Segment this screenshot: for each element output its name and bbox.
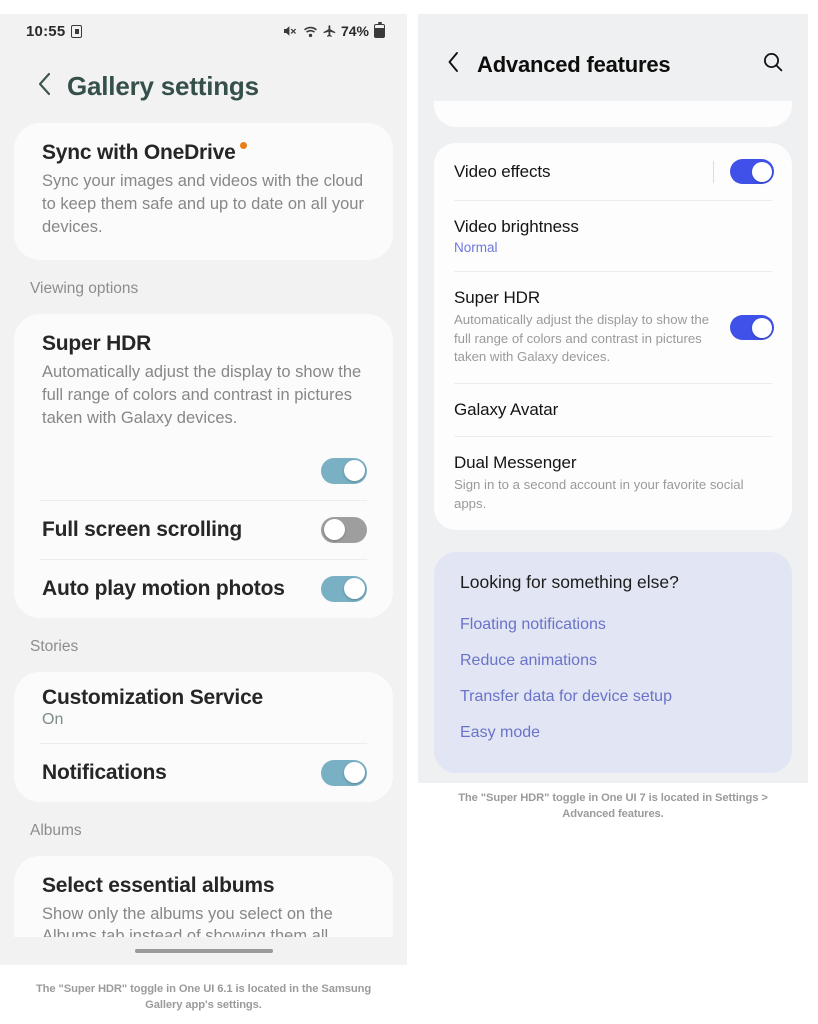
- video-effects-row[interactable]: Video effects: [434, 143, 792, 200]
- link-transfer-data-for-device-setup[interactable]: Transfer data for device setup: [460, 679, 770, 715]
- video-effects-text: Video effects: [454, 162, 713, 182]
- customization-service-label: Customization Service: [42, 685, 264, 709]
- link-reduce-animations[interactable]: Reduce animations: [460, 643, 770, 679]
- full-screen-scrolling-toggle[interactable]: [321, 516, 367, 543]
- search-icon[interactable]: [762, 51, 784, 78]
- status-bar-right: 74%: [283, 21, 385, 39]
- battery-percent-label: 74%: [340, 23, 369, 39]
- notifications-toggle[interactable]: [321, 759, 367, 786]
- video-brightness-value: Normal: [454, 240, 498, 255]
- super-hdr-row[interactable]: Super HDR Automatically adjust the displ…: [434, 272, 792, 383]
- sync-onedrive-card[interactable]: Sync with OneDrive Sync your images and …: [14, 123, 393, 261]
- toggle-knob: [751, 161, 772, 182]
- battery-icon: [374, 21, 385, 38]
- customization-service-text: Customization Service On: [42, 686, 263, 729]
- galaxy-avatar-label: Galaxy Avatar: [454, 400, 559, 420]
- alarm-icon: [71, 24, 83, 38]
- video-effects-label: Video effects: [454, 161, 551, 181]
- gesture-bar-handle[interactable]: [134, 949, 273, 953]
- back-chevron-left-icon[interactable]: [446, 50, 461, 79]
- right-phone-screenshot: Advanced features Video effects Video br…: [418, 14, 808, 783]
- looking-for-something-else-card: Looking for something else? Floating not…: [434, 551, 792, 773]
- galaxy-avatar-row[interactable]: Galaxy Avatar: [434, 384, 792, 436]
- link-floating-notifications[interactable]: Floating notifications: [460, 607, 770, 643]
- auto-play-motion-photos-label: Auto play motion photos: [42, 576, 285, 600]
- full-screen-scrolling-row[interactable]: Full screen scrolling: [14, 501, 393, 559]
- airplane-mode-icon: [323, 24, 336, 38]
- toggle-knob: [343, 460, 365, 482]
- right-caption: The "Super HDR" toggle in One UI 7 is lo…: [458, 792, 768, 821]
- section-label-stories: Stories: [30, 637, 79, 655]
- super-hdr-text: Super HDR Automatically adjust the displ…: [454, 288, 730, 367]
- super-hdr-toggle[interactable]: [321, 457, 367, 484]
- status-bar: 10:55 74%: [0, 14, 407, 48]
- home-gesture-bar[interactable]: [0, 937, 407, 965]
- stories-card: Customization Service On Notifications: [14, 671, 393, 802]
- section-label-viewing-options: Viewing options: [30, 280, 139, 298]
- right-app-header: Advanced features: [418, 14, 808, 101]
- back-chevron-left-icon[interactable]: [36, 70, 53, 103]
- galaxy-avatar-text: Galaxy Avatar: [454, 400, 774, 420]
- wifi-icon: [303, 25, 318, 38]
- toggle-knob: [343, 578, 365, 600]
- row-separator: [713, 160, 714, 183]
- super-hdr-label: Super HDR: [454, 288, 541, 307]
- status-bar-left: 10:55: [26, 22, 83, 40]
- dual-messenger-description: Sign in to a second account in your favo…: [454, 477, 744, 511]
- scrolled-card-stub: [434, 101, 792, 127]
- toggle-knob: [751, 317, 772, 338]
- video-brightness-label: Video brightness: [454, 217, 579, 236]
- auto-play-motion-photos-toggle[interactable]: [321, 575, 367, 602]
- link-easy-mode[interactable]: Easy mode: [460, 715, 770, 751]
- super-hdr-toggle[interactable]: [730, 315, 774, 341]
- page-title: Advanced features: [477, 51, 671, 77]
- customization-service-row[interactable]: Customization Service On: [14, 672, 393, 743]
- super-hdr-description: Automatically adjust the display to show…: [454, 312, 710, 365]
- advanced-features-card: Video effects Video brightness Normal Su…: [434, 143, 792, 530]
- video-brightness-row[interactable]: Video brightness Normal: [434, 201, 792, 271]
- super-hdr-title: Super HDR: [42, 332, 152, 356]
- looking-for-heading: Looking for something else?: [460, 571, 679, 592]
- section-label-albums: Albums: [30, 821, 82, 839]
- dual-messenger-row[interactable]: Dual Messenger Sign in to a second accou…: [434, 437, 792, 529]
- super-hdr-block[interactable]: Super HDR Automatically adjust the displ…: [14, 314, 393, 451]
- sync-onedrive-title: Sync with OneDrive: [42, 141, 247, 165]
- super-hdr-description: Automatically adjust the display to show…: [42, 363, 362, 427]
- dual-messenger-label: Dual Messenger: [454, 453, 577, 473]
- full-screen-scrolling-label: Full screen scrolling: [42, 517, 243, 541]
- sync-onedrive-description: Sync your images and videos with the clo…: [42, 172, 364, 236]
- customization-service-value: On: [42, 710, 64, 728]
- left-phone-screenshot: 10:55 74% Gallery settings Sync with One…: [0, 14, 407, 965]
- video-brightness-text: Video brightness Normal: [454, 217, 774, 255]
- toggle-knob: [343, 762, 365, 784]
- left-app-header: Gallery settings: [0, 48, 407, 123]
- comparison-figure: 10:55 74% Gallery settings Sync with One…: [0, 0, 818, 1024]
- auto-play-motion-photos-row[interactable]: Auto play motion photos: [14, 560, 393, 618]
- left-caption: The "Super HDR" toggle in One UI 6.1 is …: [35, 983, 372, 1012]
- notifications-label: Notifications: [42, 760, 167, 784]
- status-bar-clock: 10:55: [26, 22, 66, 40]
- mute-icon: [283, 24, 298, 38]
- viewing-options-card: Super HDR Automatically adjust the displ…: [14, 314, 393, 618]
- new-badge-dot-icon: [239, 142, 247, 149]
- sync-onedrive-block: Sync with OneDrive Sync your images and …: [14, 123, 393, 260]
- dual-messenger-text: Dual Messenger Sign in to a second accou…: [454, 453, 774, 513]
- toggle-knob: [323, 519, 345, 541]
- page-title: Gallery settings: [67, 71, 259, 101]
- video-effects-toggle[interactable]: [730, 159, 774, 184]
- select-essential-albums-title: Select essential albums: [42, 873, 275, 897]
- super-hdr-toggle-wrap: [14, 452, 393, 500]
- notifications-row[interactable]: Notifications: [14, 744, 393, 802]
